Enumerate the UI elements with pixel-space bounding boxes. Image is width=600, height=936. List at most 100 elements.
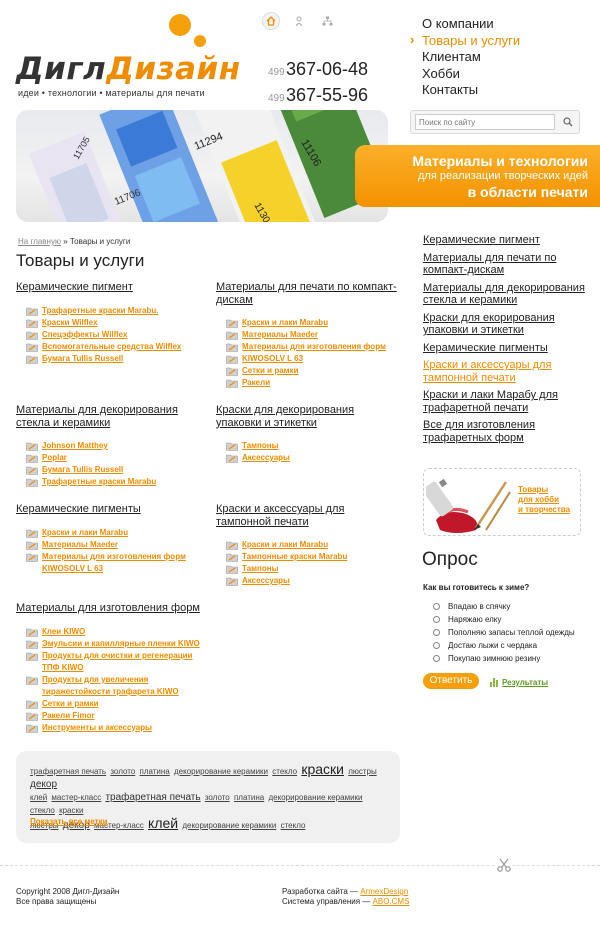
home-icon[interactable] [262, 12, 280, 30]
sitemap-icon[interactable] [318, 12, 336, 30]
category-link[interactable]: KIWOSOLV L 63 [226, 353, 401, 365]
category-link[interactable]: Бумага Tullis Russell [26, 464, 201, 476]
category-link[interactable]: Клеи KIWO [26, 626, 201, 638]
tag-link[interactable]: клей [30, 793, 47, 802]
category-link[interactable]: Продукты для увеличения тиражестойкости … [26, 674, 201, 698]
category-link[interactable]: Бумага Tullis Russell [26, 353, 201, 365]
poll-option[interactable]: Наряжаю елку [433, 613, 575, 626]
tag-link[interactable]: трафаретная печать [30, 767, 106, 776]
search-icon[interactable] [560, 114, 576, 130]
radio-button[interactable] [433, 616, 440, 623]
tag-link[interactable]: золото [110, 767, 135, 776]
sidenav-item[interactable]: Керамические пигмент [423, 234, 588, 247]
category-link[interactable]: Материалы Maeder [226, 329, 401, 341]
poll-options: Впадаю в спячку Наряжаю елку Пополняю за… [433, 600, 575, 665]
category-link[interactable]: Трафаретные краски Marabu [26, 476, 201, 488]
tag-link[interactable]: трафаретная печать [105, 792, 200, 803]
category-link[interactable]: Ракели [226, 377, 401, 389]
category-link[interactable]: Продукты для очистки и регенерации ТПФ K… [26, 650, 201, 674]
tag-link[interactable]: золото [205, 793, 230, 802]
person-icon[interactable] [290, 12, 308, 30]
category-link[interactable]: Вспомогательные средства Wilflex [26, 341, 201, 353]
category-link[interactable]: Трафаретные краски Marabu. [26, 305, 201, 317]
folder-icon [226, 330, 238, 340]
category-link[interactable]: Poplar [26, 452, 201, 464]
tag-link[interactable]: платина [234, 793, 264, 802]
tag-link[interactable]: мастер-класс [51, 793, 101, 802]
folder-icon [26, 342, 38, 352]
category-link[interactable]: Краски и лаки Marabu [226, 539, 401, 551]
radio-button[interactable] [433, 603, 440, 610]
tag-link[interactable]: платина [139, 767, 169, 776]
folder-icon [26, 306, 38, 316]
radio-button[interactable] [433, 655, 440, 662]
show-all-tags-link[interactable]: Показать все метки [30, 817, 108, 826]
tag-link[interactable]: стекло [272, 767, 297, 776]
category-link[interactable]: Инструменты и аксессуары [26, 722, 201, 734]
sidenav-item[interactable]: Краски для екорирования упаковки и этике… [423, 312, 588, 337]
poll-option[interactable]: Достаю лыжи с чердака [433, 639, 575, 652]
poll-results-link[interactable]: Результаты [490, 677, 548, 687]
topnav-hobby[interactable]: Хобби [410, 66, 520, 83]
logo[interactable]: ДиглДизайн идеи • технологии • материалы… [16, 14, 246, 104]
radio-button[interactable] [433, 629, 440, 636]
tag-link[interactable]: декор [30, 779, 57, 790]
radio-button[interactable] [433, 642, 440, 649]
developer-link[interactable]: ArmexDesign [360, 887, 408, 896]
tag-link[interactable]: клей [148, 815, 178, 831]
category-title[interactable]: Материалы для декорирования стекла и кер… [16, 404, 201, 429]
category-link[interactable]: Johnson Matthey [26, 440, 201, 452]
category-title[interactable]: Керамические пигмент [16, 281, 201, 294]
category-link[interactable]: Ракели Fimor [26, 710, 201, 722]
search-input[interactable] [415, 114, 555, 130]
poll-option[interactable]: Покупаю зимнюю резину [433, 652, 575, 665]
category-link[interactable]: Аксессуары [226, 575, 401, 587]
category-title[interactable]: Краски для декорирования упаковки и этик… [216, 404, 401, 429]
topnav-products[interactable]: Товары и услуги [410, 32, 520, 50]
poll-option[interactable]: Впадаю в спячку [433, 600, 575, 613]
vote-button[interactable]: Ответить [423, 673, 479, 689]
category-link[interactable]: Материалы Maeder [26, 539, 201, 551]
category-link[interactable]: Краски и лаки Marabu [226, 317, 401, 329]
tag-link[interactable]: декорирование керамики [268, 793, 362, 802]
tag-link[interactable]: декорирование керамики [174, 767, 268, 776]
side-nav: Керамические пигмент Материалы для печат… [423, 234, 588, 449]
category-link[interactable]: Аксессуары [226, 452, 401, 464]
sidenav-item[interactable]: Керамические пигменты [423, 342, 588, 355]
category-title[interactable]: Керамические пигменты [16, 503, 201, 516]
topnav-contacts[interactable]: Контакты [410, 82, 520, 99]
tag-link[interactable]: краски [59, 806, 83, 815]
category-link[interactable]: Спецэффекты Wilflex [26, 329, 201, 341]
category-link[interactable]: Эмульсии и капиллярные пленки KIWO [26, 638, 201, 650]
tag-link[interactable]: декорирование керамики [182, 821, 276, 830]
category-link[interactable]: Материалы для изготовления форм KIWOSOLV… [26, 551, 201, 575]
category-title[interactable]: Материалы для изготовления форм [16, 602, 201, 615]
sidenav-item[interactable]: Краски и лаки Марабу для трафаретной печ… [423, 389, 588, 414]
poll-option[interactable]: Пополняю запасы теплой одежды [433, 626, 575, 639]
phone-2: 499 367-55-96 [268, 85, 369, 105]
tag-link[interactable]: люстры [348, 767, 377, 776]
sidenav-item[interactable]: Материалы для декорирования стекла и кер… [423, 282, 588, 307]
category-link[interactable]: Тампоны [226, 440, 401, 452]
category-link[interactable]: Сетки и рамки [226, 365, 401, 377]
tag-link[interactable]: стекло [281, 821, 306, 830]
category-link[interactable]: Материалы для изготовления форм [226, 341, 401, 353]
sidenav-item-active[interactable]: Краски и аксессуары для тампонной печати [423, 359, 588, 384]
category-title[interactable]: Материалы для печати по компакт-дискам [216, 281, 401, 306]
category-link[interactable]: Сетки и рамки [26, 698, 201, 710]
breadcrumb-home-link[interactable]: На главную [18, 237, 61, 246]
cms-link[interactable]: ABO.CMS [373, 897, 410, 906]
category-title[interactable]: Краски и аксессуары для тампонной печати [216, 503, 401, 528]
hobby-promo[interactable]: Товары для хобби и творчества [423, 468, 581, 536]
sidenav-item[interactable]: Материалы для печати по компакт-дискам [423, 252, 588, 277]
category-link[interactable]: Краски и лаки Marabu [26, 527, 201, 539]
category-link[interactable]: Тампонные краски Marabu [226, 551, 401, 563]
folder-icon [26, 639, 38, 649]
tag-link[interactable]: стекло [30, 806, 55, 815]
category-link[interactable]: Краски Wilflex [26, 317, 201, 329]
category-link[interactable]: Тампоны [226, 563, 401, 575]
sidenav-item[interactable]: Все для изготовления трафаретных форм [423, 419, 588, 444]
topnav-clients[interactable]: Клиентам [410, 49, 520, 66]
topnav-about[interactable]: О компании [410, 16, 520, 33]
tag-link[interactable]: краски [301, 761, 344, 777]
